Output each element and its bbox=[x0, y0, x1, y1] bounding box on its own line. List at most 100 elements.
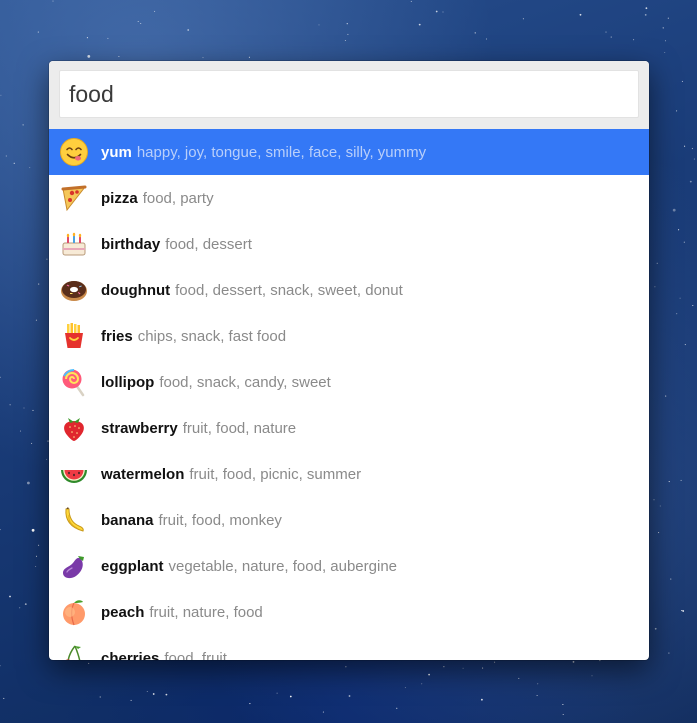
star bbox=[152, 693, 155, 695]
emoji-name: fries bbox=[101, 327, 133, 345]
star bbox=[248, 56, 250, 58]
star bbox=[346, 23, 348, 25]
star bbox=[137, 20, 139, 23]
results-list: yum happy, joy, tongue, smile, face, sil… bbox=[49, 129, 649, 660]
list-item[interactable]: doughnut food, dessert, snack, sweet, do… bbox=[49, 267, 649, 313]
star bbox=[667, 17, 669, 19]
emoji-keywords: chips, snack, fast food bbox=[137, 327, 287, 345]
star bbox=[689, 180, 692, 183]
doughnut-icon bbox=[61, 281, 87, 301]
star bbox=[38, 283, 40, 285]
lollipop-icon bbox=[62, 369, 85, 397]
star bbox=[659, 505, 661, 507]
star bbox=[681, 80, 683, 82]
star bbox=[87, 55, 91, 58]
emoji-keywords: fruit, food, monkey bbox=[158, 511, 282, 529]
star bbox=[35, 555, 38, 557]
search-input[interactable] bbox=[59, 70, 639, 118]
star bbox=[27, 481, 30, 485]
star bbox=[536, 694, 538, 697]
star bbox=[154, 10, 156, 12]
peach-icon bbox=[63, 600, 85, 626]
star bbox=[691, 148, 693, 150]
pizza-icon bbox=[61, 185, 87, 212]
star bbox=[32, 409, 34, 411]
star bbox=[680, 479, 682, 481]
star bbox=[644, 14, 647, 16]
star bbox=[679, 297, 681, 299]
star bbox=[23, 407, 25, 409]
star bbox=[35, 319, 37, 321]
star bbox=[0, 94, 2, 96]
star bbox=[289, 695, 292, 698]
star bbox=[107, 37, 109, 39]
star bbox=[670, 578, 672, 580]
star bbox=[605, 31, 607, 33]
star bbox=[29, 167, 31, 169]
star bbox=[52, 0, 54, 2]
star bbox=[35, 565, 37, 568]
star bbox=[633, 39, 635, 41]
star bbox=[396, 707, 398, 709]
star bbox=[676, 313, 678, 315]
emoji-keywords: vegetable, nature, food, aubergine bbox=[168, 557, 398, 575]
list-item[interactable]: banana fruit, food, monkey bbox=[49, 497, 649, 543]
star bbox=[3, 697, 5, 699]
star bbox=[46, 458, 48, 460]
emoji-keywords: food, dessert bbox=[165, 235, 252, 253]
star bbox=[522, 18, 524, 20]
star bbox=[130, 699, 132, 701]
star bbox=[418, 23, 421, 26]
star bbox=[494, 661, 496, 663]
star bbox=[684, 145, 686, 147]
emoji-name: doughnut bbox=[101, 281, 171, 299]
emoji-name: birthday bbox=[101, 235, 161, 253]
star bbox=[0, 665, 1, 667]
star bbox=[562, 713, 564, 716]
star bbox=[19, 607, 21, 609]
star bbox=[347, 33, 349, 35]
emoji-keywords: fruit, food, picnic, summer bbox=[189, 465, 362, 483]
list-item[interactable]: watermelon fruit, food, picnic, summer bbox=[49, 451, 649, 497]
list-item[interactable]: birthday food, dessert bbox=[49, 221, 649, 267]
star bbox=[31, 528, 35, 532]
star bbox=[9, 404, 11, 406]
star bbox=[668, 481, 670, 483]
star bbox=[404, 687, 406, 689]
star bbox=[693, 158, 695, 160]
list-item[interactable]: fries chips, snack, fast food bbox=[49, 313, 649, 359]
star bbox=[474, 32, 476, 34]
emoji-keywords: food, fruit bbox=[164, 649, 227, 661]
star bbox=[13, 162, 15, 164]
star bbox=[664, 51, 666, 54]
list-item[interactable]: strawberry fruit, food, nature bbox=[49, 405, 649, 451]
emoji-name: watermelon bbox=[101, 465, 185, 483]
star bbox=[654, 627, 657, 630]
fries-icon bbox=[65, 323, 83, 348]
star bbox=[318, 24, 320, 26]
star bbox=[579, 13, 582, 16]
star bbox=[19, 430, 22, 432]
emoji-name: pizza bbox=[101, 189, 138, 207]
list-item[interactable]: lollipop food, snack, candy, sweet bbox=[49, 359, 649, 405]
star bbox=[99, 696, 101, 698]
star bbox=[37, 31, 39, 33]
star bbox=[322, 711, 324, 713]
list-item[interactable]: cherries food, fruit bbox=[49, 635, 649, 660]
list-item[interactable]: eggplant vegetable, nature, food, auberg… bbox=[49, 543, 649, 589]
star bbox=[435, 10, 438, 13]
star bbox=[664, 40, 667, 42]
list-item[interactable]: peach fruit, nature, food bbox=[49, 589, 649, 635]
star bbox=[118, 55, 120, 58]
list-item[interactable]: yum happy, joy, tongue, smile, face, sil… bbox=[49, 129, 649, 175]
star bbox=[165, 693, 168, 696]
star bbox=[38, 544, 40, 546]
star bbox=[599, 660, 601, 662]
star bbox=[140, 22, 142, 25]
star bbox=[9, 595, 11, 598]
star bbox=[202, 57, 204, 59]
star bbox=[22, 124, 24, 126]
emoji-keywords: happy, joy, tongue, smile, face, silly, … bbox=[136, 143, 427, 161]
list-item[interactable]: pizza food, party bbox=[49, 175, 649, 221]
star bbox=[146, 690, 148, 693]
